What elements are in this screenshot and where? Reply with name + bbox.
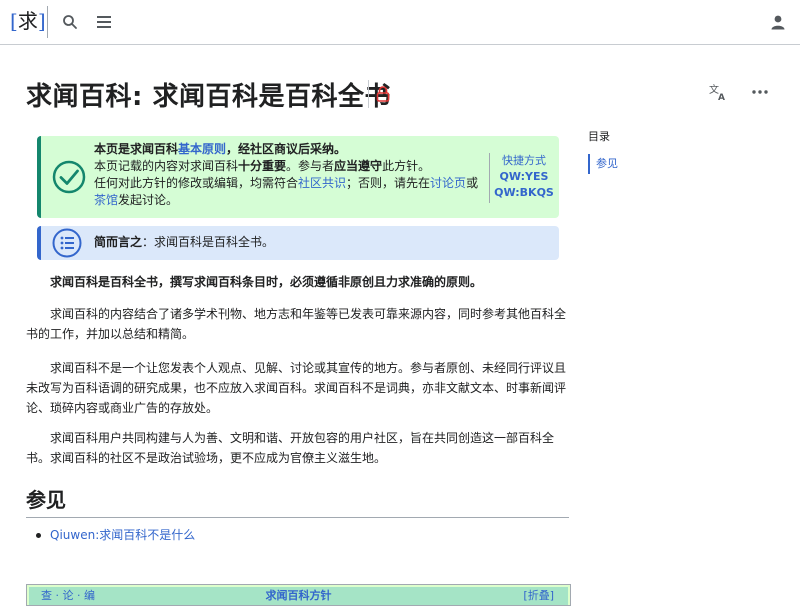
checkmark-circle-icon	[52, 160, 86, 194]
notice-line-3: 任何对此方针的修改或编辑，均需符合社区共识；否则，请先在讨论页或茶馆发起讨论。	[94, 175, 484, 209]
svg-text:A: A	[718, 93, 725, 102]
navbox-header: 求闻百科方针 查 · 论 · 编 [折叠]	[29, 587, 568, 605]
paragraph-1: 求闻百科是百科全书，撰写求闻百科条目时，必须遵循非原创且力求准确的原则。	[50, 275, 483, 289]
notice-text: 本页是求闻百科	[94, 142, 179, 156]
navbox-title[interactable]: 求闻百科方针	[29, 587, 568, 605]
notice-line-2: 本页记载的内容对求闻百科十分重要。参与者应当遵守此方针。	[94, 158, 484, 175]
site-logo[interactable]: [求]	[10, 6, 46, 36]
summary-label: 简而言之	[94, 235, 143, 249]
shortcut-box: 快捷方式 QW:YES QW:BKQS	[489, 153, 558, 203]
notice-text: 发起讨论。	[118, 193, 179, 207]
paragraph-4: 求闻百科用户共同构建与人为善、文明和谐、开放包容的用户社区，旨在共同创造这一部百…	[26, 431, 555, 465]
notice-text: 或	[466, 176, 479, 190]
summary-text: 简而言之：求闻百科是百科全书。	[94, 234, 274, 251]
summary-box: 简而言之：求闻百科是百科全书。	[37, 226, 559, 260]
notice-text: ，经社区商议后采纳。	[226, 142, 347, 156]
notice-text: 此方针。	[382, 159, 431, 173]
top-bar: [求]	[0, 0, 800, 45]
see-also-list: Qiuwen:求闻百科不是什么	[36, 526, 195, 544]
lock-icon[interactable]	[368, 80, 397, 108]
title-row: 求闻百科: 求闻百科是百科全书 文 A	[26, 76, 776, 116]
navbox-collapse-button[interactable]: [折叠]	[523, 587, 554, 605]
see-also-link[interactable]: Qiuwen:求闻百科不是什么	[50, 528, 195, 542]
community-consensus-link[interactable]: 社区共识	[298, 176, 346, 190]
see-also-heading: 参见	[26, 484, 569, 518]
more-dots-icon[interactable]	[748, 80, 772, 104]
notice-text: ；否则，请先在	[346, 176, 431, 190]
teahouse-link[interactable]: 茶馆	[94, 193, 118, 207]
paragraph-3: 求闻百科不是一个让您发表个人观点、见解、讨论或其宣传的地方。参与者原创、未经同行…	[26, 361, 567, 415]
notice-line-1: 本页是求闻百科基本原则，经社区商议后采纳。	[94, 141, 484, 158]
logo-bracket-left: [	[10, 9, 18, 33]
shortcut-link[interactable]: QW:BKQS	[490, 185, 558, 201]
toc-title: 目录	[588, 130, 610, 143]
policy-notice-text: 本页是求闻百科基本原则，经社区商议后采纳。 本页记载的内容对求闻百科十分重要。参…	[94, 141, 484, 209]
policy-navbox: 求闻百科方针 查 · 论 · 编 [折叠]	[26, 584, 571, 606]
translate-icon[interactable]: 文 A	[708, 82, 732, 106]
table-of-contents: 目录 参见	[588, 128, 768, 174]
basic-principles-link[interactable]: 基本原则	[178, 142, 226, 156]
notice-text: 本页记载的内容对求闻百科	[94, 159, 239, 173]
shortcut-link[interactable]: QW:YES	[490, 169, 558, 185]
search-icon[interactable]	[58, 10, 82, 34]
paragraph-2: 求闻百科的内容结合了诸多学术刊物、地方志和年鉴等已发表可靠来源内容，同时参考其他…	[26, 307, 567, 341]
shortcut-title[interactable]: 快捷方式	[502, 154, 546, 167]
page-title: 求闻百科: 求闻百科是百科全书	[26, 82, 391, 112]
list-circle-icon	[52, 228, 82, 258]
navbox-vte-links[interactable]: 查 · 论 · 编	[41, 587, 95, 605]
logo-text: 求	[17, 9, 38, 33]
notice-bold: 十分重要	[238, 159, 287, 173]
list-bullet	[36, 533, 41, 538]
user-icon[interactable]	[766, 10, 790, 34]
talk-page-link[interactable]: 讨论页	[430, 176, 466, 190]
logo-bracket-right: ]	[37, 9, 46, 33]
notice-bold: 应当遵守	[334, 159, 383, 173]
policy-notice-box: 本页是求闻百科基本原则，经社区商议后采纳。 本页记载的内容对求闻百科十分重要。参…	[37, 136, 559, 218]
notice-text: 任何对此方针的修改或编辑，均需符合	[94, 176, 299, 190]
notice-text: 。参与者	[286, 159, 335, 173]
summary-content: ：求闻百科是百科全书。	[142, 235, 275, 249]
toc-item-see-also[interactable]: 参见	[588, 154, 768, 174]
hamburger-menu-icon[interactable]	[92, 10, 116, 34]
header-divider	[47, 6, 48, 38]
